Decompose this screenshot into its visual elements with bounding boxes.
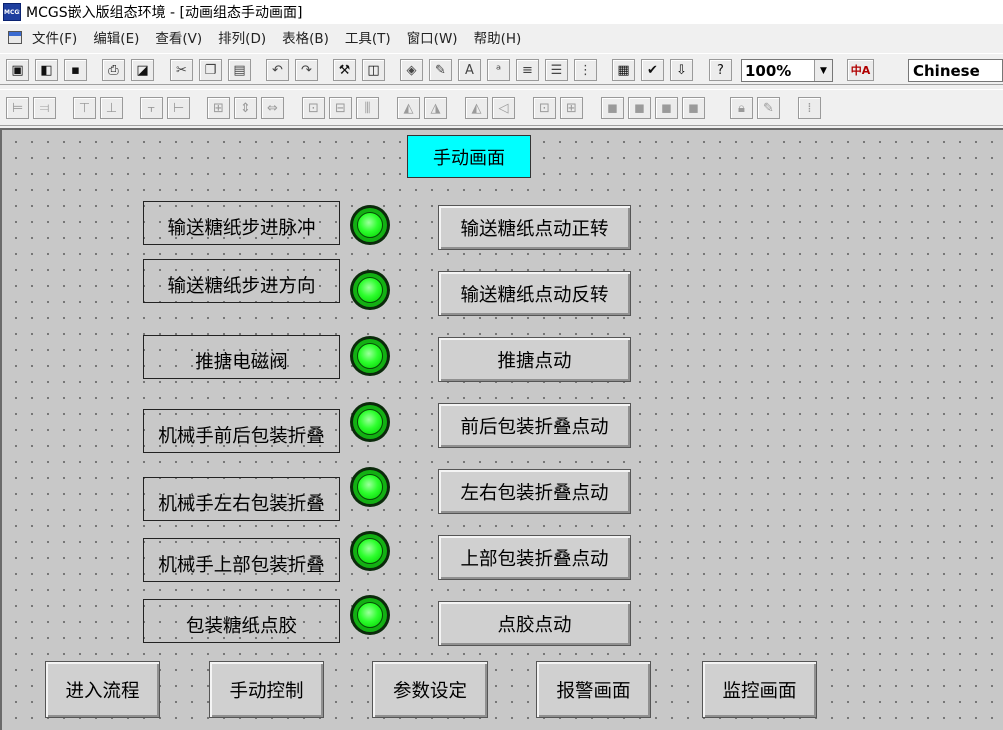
- print-preview-icon[interactable]: ◪: [131, 59, 154, 81]
- menu-bar: 文件(F) 编辑(E) 查看(V) 排列(D) 表格(B) 工具(T) 窗口(W…: [0, 25, 1003, 49]
- title-bar: MCGS MCGS嵌入版组态环境 - [动画组态手动画面]: [0, 0, 1003, 24]
- line-color-icon[interactable]: ✎: [429, 59, 452, 81]
- font-color-icon[interactable]: A: [458, 59, 481, 81]
- document-icon[interactable]: [8, 30, 22, 44]
- indicator-led-icon: [350, 402, 390, 442]
- label-front-back-fold: 机械手前后包装折叠: [143, 409, 340, 453]
- same-size-icon[interactable]: ⊞: [207, 97, 230, 119]
- nav-monitor-button[interactable]: 监控画面: [702, 661, 817, 718]
- menu-table[interactable]: 表格(B): [282, 27, 329, 47]
- indicator-led-icon: [350, 205, 390, 245]
- new-window-icon[interactable]: ▣: [6, 59, 29, 81]
- grid-dots-icon[interactable]: ⁞: [798, 97, 821, 119]
- menu-edit[interactable]: 编辑(E): [93, 27, 139, 47]
- compile-icon[interactable]: ⇩: [670, 59, 693, 81]
- undo-icon[interactable]: ↶: [266, 59, 289, 81]
- copy-icon[interactable]: ❐: [199, 59, 222, 81]
- label-glue: 包装糖纸点胶: [143, 599, 340, 643]
- save-icon[interactable]: ▪: [64, 59, 87, 81]
- label-step-direction: 输送糖纸步进方向: [143, 259, 340, 303]
- flip-vertical-icon[interactable]: ◁: [492, 97, 515, 119]
- front-back-fold-jog-button[interactable]: 前后包装折叠点动: [438, 403, 631, 448]
- zoom-value: 100%: [745, 61, 792, 80]
- push-jog-button[interactable]: 推搪点动: [438, 337, 631, 382]
- align-top-icon[interactable]: ⊤: [73, 97, 96, 119]
- screen-title: 手动画面: [407, 135, 531, 178]
- nav-alarm-button[interactable]: 报警画面: [536, 661, 651, 718]
- grid-icon[interactable]: ⋮: [574, 59, 597, 81]
- app-logo-icon: MCGS: [3, 3, 21, 21]
- label-left-right-fold: 机械手左右包装折叠: [143, 477, 340, 521]
- align-bottom-icon[interactable]: ⊥: [100, 97, 123, 119]
- send-back-icon[interactable]: ◼: [628, 97, 651, 119]
- indicator-led-icon: [350, 531, 390, 571]
- rotate-right-icon[interactable]: ◮: [424, 97, 447, 119]
- font-icon[interactable]: ᵃ: [487, 59, 510, 81]
- nav-process-button[interactable]: 进入流程: [45, 661, 160, 718]
- layout-toolbar: ⊨ ⫤ ⊤ ⊥ ⫟ ⊢ ⊞ ⇕ ⇔ ⊡ ⊟ ⫼ ◭ ◮ ◭ ◁ ⊡ ⊞ ◼ ◼ …: [0, 89, 1003, 126]
- paste-icon[interactable]: ▤: [228, 59, 251, 81]
- same-width-icon[interactable]: ⇔: [261, 97, 284, 119]
- same-height-icon[interactable]: ⇕: [234, 97, 257, 119]
- flip-horizontal-icon[interactable]: ◭: [465, 97, 488, 119]
- center-horizontal-icon[interactable]: ⊢: [167, 97, 190, 119]
- ungroup-icon[interactable]: ⊞: [560, 97, 583, 119]
- indicator-led-icon: [350, 595, 390, 635]
- line-style-icon[interactable]: ≡: [516, 59, 539, 81]
- jog-forward-button[interactable]: 输送糖纸点动正转: [438, 205, 631, 250]
- center-window-icon[interactable]: ⊡: [302, 97, 325, 119]
- line-type-icon[interactable]: ☰: [545, 59, 568, 81]
- align-right-icon[interactable]: ⫤: [33, 97, 56, 119]
- label-push-valve: 推搪电磁阀: [143, 335, 340, 379]
- language-icon[interactable]: 中A: [847, 59, 874, 81]
- language-select[interactable]: Chinese: [908, 59, 1003, 82]
- menu-file[interactable]: 文件(F): [32, 27, 77, 47]
- fill-color-icon[interactable]: ◈: [400, 59, 423, 81]
- center-window-h-icon[interactable]: ⊟: [329, 97, 352, 119]
- zoom-select[interactable]: 100% ▼: [741, 59, 833, 82]
- properties-icon[interactable]: ▦: [612, 59, 635, 81]
- top-fold-jog-button[interactable]: 上部包装折叠点动: [438, 535, 631, 580]
- indicator-led-icon: [350, 270, 390, 310]
- menu-help[interactable]: 帮助(H): [474, 27, 522, 47]
- send-backward-icon[interactable]: ◼: [682, 97, 705, 119]
- group-icon[interactable]: ⊡: [533, 97, 556, 119]
- space-evenly-icon[interactable]: ⫼: [356, 97, 379, 119]
- indicator-led-icon: [350, 336, 390, 376]
- check-icon[interactable]: ✔: [641, 59, 664, 81]
- bring-forward-icon[interactable]: ◼: [655, 97, 678, 119]
- redo-icon[interactable]: ↷: [295, 59, 318, 81]
- cut-icon[interactable]: ✂: [170, 59, 193, 81]
- menu-tools[interactable]: 工具(T): [345, 27, 391, 47]
- label-top-fold: 机械手上部包装折叠: [143, 538, 340, 582]
- print-icon[interactable]: ⎙: [102, 59, 125, 81]
- format-brush-icon[interactable]: ✎: [757, 97, 780, 119]
- toolbox-icon[interactable]: ⚒: [333, 59, 356, 81]
- nav-parameters-button[interactable]: 参数设定: [372, 661, 488, 718]
- center-vertical-icon[interactable]: ⫟: [140, 97, 163, 119]
- jog-reverse-button[interactable]: 输送糖纸点动反转: [438, 271, 631, 316]
- align-left-icon[interactable]: ⊨: [6, 97, 29, 119]
- label-step-pulse: 输送糖纸步进脉冲: [143, 201, 340, 245]
- glue-jog-button[interactable]: 点胶点动: [438, 601, 631, 646]
- window-property-icon[interactable]: ◫: [362, 59, 385, 81]
- menu-arrange[interactable]: 排列(D): [218, 27, 266, 47]
- chevron-down-icon[interactable]: ▼: [814, 60, 832, 81]
- window-title: MCGS嵌入版组态环境 - [动画组态手动画面]: [26, 5, 303, 21]
- left-right-fold-jog-button[interactable]: 左右包装折叠点动: [438, 469, 631, 514]
- rotate-left-icon[interactable]: ◭: [397, 97, 420, 119]
- context-help-icon[interactable]: ?: [709, 59, 732, 81]
- design-canvas[interactable]: 手动画面 输送糖纸步进脉冲 输送糖纸点动正转 输送糖纸步进方向 输送糖纸点动反转…: [0, 128, 1003, 730]
- standard-toolbar: ▣ ◧ ▪ ⎙ ◪ ✂ ❐ ▤ ↶ ↷ ⚒ ◫ ◈ ✎ A ᵃ ≡ ☰ ⋮ ▦ …: [0, 53, 1003, 85]
- bring-front-icon[interactable]: ◼: [601, 97, 624, 119]
- open-icon[interactable]: ◧: [35, 59, 58, 81]
- menu-window[interactable]: 窗口(W): [407, 27, 458, 47]
- menu-view[interactable]: 查看(V): [155, 27, 202, 47]
- nav-manual-button[interactable]: 手动控制: [209, 661, 324, 718]
- lock-icon[interactable]: 🔒︎: [730, 97, 753, 119]
- indicator-led-icon: [350, 467, 390, 507]
